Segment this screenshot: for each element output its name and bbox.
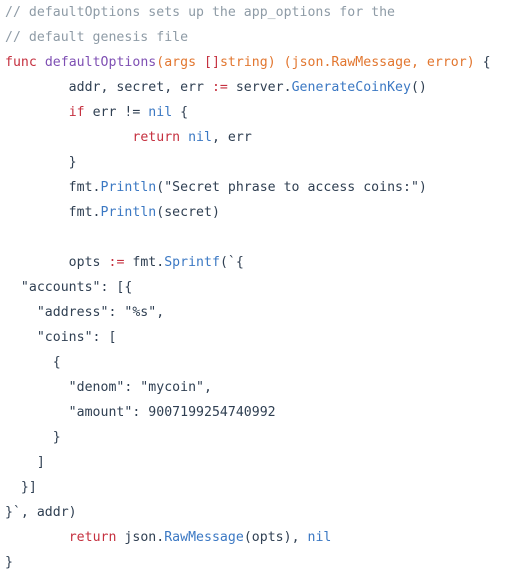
code-token-default: fmt. bbox=[124, 255, 165, 270]
code-line[interactable]: return json.RawMessage(opts), nil bbox=[0, 525, 525, 550]
code-token-call: Println bbox=[100, 205, 157, 220]
code-token-keyword: return bbox=[68, 530, 117, 545]
code-line[interactable]: return nil, err bbox=[0, 125, 525, 150]
code-token-default bbox=[5, 530, 69, 545]
code-token-string: { bbox=[5, 355, 61, 370]
code-token-default: fmt. bbox=[5, 205, 101, 220]
code-token-string: "amount": 9007199254740992 bbox=[5, 405, 276, 420]
code-line[interactable]: "address": "%s", bbox=[0, 300, 525, 325]
code-line[interactable]: fmt.Println("Secret phrase to access coi… bbox=[0, 175, 525, 200]
code-token-call: Println bbox=[100, 180, 157, 195]
code-viewer[interactable]: // defaultOptions sets up the app_option… bbox=[0, 0, 525, 584]
code-token-keyword: if bbox=[68, 105, 85, 120]
code-line[interactable]: "amount": 9007199254740992 bbox=[0, 400, 525, 425]
code-token-default: (secret) bbox=[156, 205, 220, 220]
code-token-default: addr, secret, err bbox=[5, 80, 212, 95]
code-line[interactable]: // default genesis file bbox=[0, 25, 525, 50]
code-token-default: (opts), bbox=[243, 530, 308, 545]
code-token-string: ] bbox=[5, 455, 45, 470]
code-line-blank[interactable] bbox=[0, 225, 525, 250]
code-token-default: { bbox=[172, 105, 189, 120]
code-line[interactable]: } bbox=[0, 425, 525, 450]
code-token-call: GenerateCoinKey bbox=[291, 80, 411, 95]
code-line[interactable]: opts := fmt.Sprintf(`{ bbox=[0, 250, 525, 275]
code-line[interactable]: } bbox=[0, 150, 525, 175]
code-token-keyword: func bbox=[5, 55, 37, 70]
code-token-string: "coins": [ bbox=[5, 330, 117, 345]
code-line[interactable]: { bbox=[0, 350, 525, 375]
code-token-type: string bbox=[219, 55, 268, 70]
code-token-default: ( bbox=[219, 255, 228, 270]
code-line[interactable]: "denom": "mycoin", bbox=[0, 375, 525, 400]
code-token-default: { bbox=[474, 55, 491, 70]
code-token-default: , err bbox=[211, 130, 252, 145]
code-token-default: , addr) bbox=[20, 505, 77, 520]
code-line[interactable]: fmt.Println(secret) bbox=[0, 200, 525, 225]
code-token-comment: // default genesis file bbox=[5, 30, 189, 45]
code-token-default: server. bbox=[227, 80, 292, 95]
code-token-default: () bbox=[410, 80, 427, 95]
code-token-string: `{ bbox=[227, 255, 244, 270]
code-line[interactable]: func defaultOptions(args []string) (json… bbox=[0, 50, 525, 75]
code-token-default: } bbox=[5, 155, 77, 170]
code-line[interactable]: ] bbox=[0, 450, 525, 475]
code-token-funcname: defaultOptions bbox=[44, 55, 157, 70]
code-token-default: ( bbox=[156, 180, 165, 195]
code-token-const: nil bbox=[307, 530, 332, 545]
code-token-string: } bbox=[5, 430, 61, 445]
code-line[interactable]: }`, addr) bbox=[0, 500, 525, 525]
code-line[interactable]: addr, secret, err := server.GenerateCoin… bbox=[0, 75, 525, 100]
code-token-string: "accounts": [{ bbox=[5, 280, 133, 295]
code-token-comment: // defaultOptions sets up the app_option… bbox=[5, 5, 396, 20]
code-token-string: "denom": "mycoin", bbox=[5, 380, 212, 395]
code-token-default: } bbox=[5, 555, 13, 570]
code-token-default: ) bbox=[418, 180, 427, 195]
code-token-operator: := bbox=[211, 80, 228, 95]
code-line[interactable]: "accounts": [{ bbox=[0, 275, 525, 300]
code-token-keyword: return bbox=[132, 130, 181, 145]
code-token-operator: := bbox=[108, 255, 125, 270]
code-token-type: json.RawMessage, error bbox=[291, 55, 467, 70]
code-token-default: err != bbox=[84, 105, 149, 120]
code-token-call: RawMessage bbox=[164, 530, 244, 545]
code-token-string: }] bbox=[5, 480, 37, 495]
code-token-default bbox=[5, 130, 132, 145]
code-token-const: nil bbox=[148, 105, 173, 120]
code-line[interactable]: "coins": [ bbox=[0, 325, 525, 350]
code-token-string: "address": "%s", bbox=[5, 305, 165, 320]
code-token-type: ) ( bbox=[267, 55, 292, 70]
code-token-keyword: [] bbox=[204, 55, 220, 70]
code-token-default bbox=[37, 55, 45, 70]
code-token-default bbox=[5, 105, 69, 120]
code-token-string: "Secret phrase to access coins:" bbox=[164, 180, 419, 195]
code-token-call: Sprintf bbox=[164, 255, 220, 270]
code-token-type: args bbox=[164, 55, 197, 70]
code-token-default: opts bbox=[5, 255, 109, 270]
code-line[interactable]: // defaultOptions sets up the app_option… bbox=[0, 0, 525, 25]
code-line[interactable]: if err != nil { bbox=[0, 100, 525, 125]
code-token-default: fmt. bbox=[5, 180, 101, 195]
code-token-const: nil bbox=[188, 130, 212, 145]
code-token-default: json. bbox=[116, 530, 165, 545]
code-token-default bbox=[196, 55, 204, 70]
code-token-default bbox=[180, 130, 188, 145]
code-line[interactable]: } bbox=[0, 550, 525, 575]
code-token-string: }` bbox=[5, 505, 21, 520]
code-token-type: ) bbox=[466, 55, 475, 70]
code-line[interactable]: }] bbox=[0, 475, 525, 500]
